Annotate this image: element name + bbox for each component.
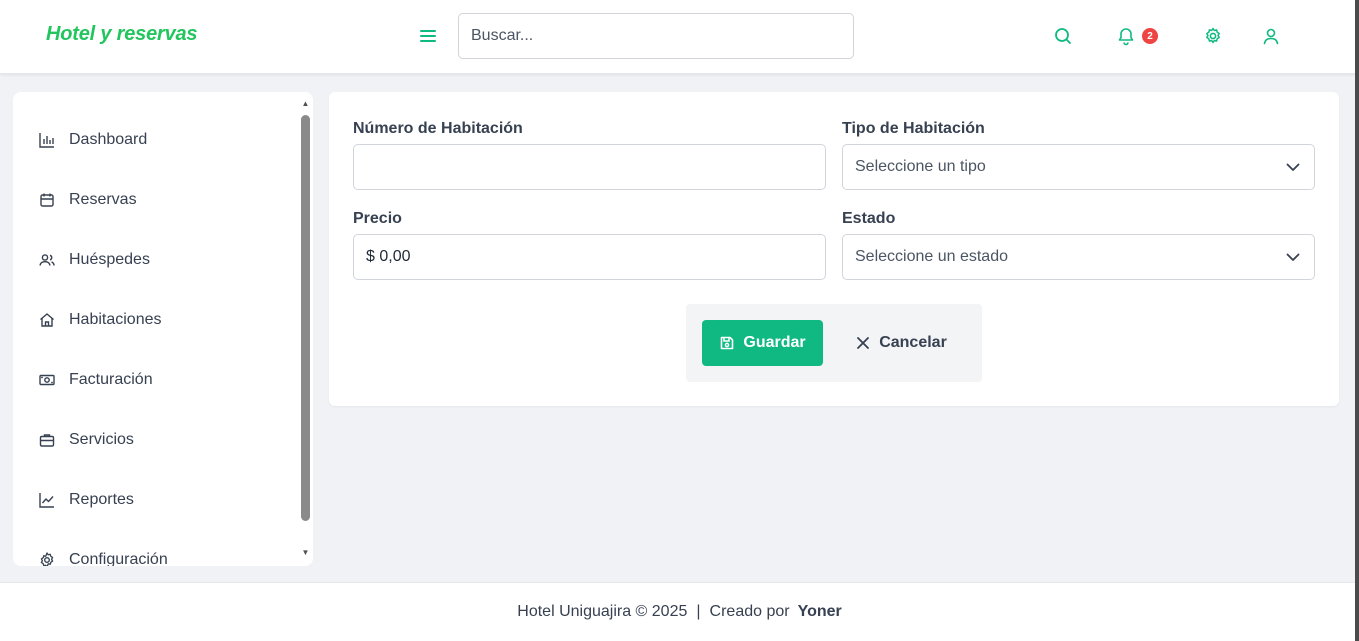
sidebar-item-label: Huéspedes	[69, 251, 150, 268]
room-type-label: Tipo de Habitación	[842, 120, 985, 137]
price-value: $ 0,00	[366, 248, 411, 265]
search-button[interactable]	[1051, 24, 1075, 48]
save-button-label: Guardar	[743, 334, 806, 351]
sidebar-item-reportes[interactable]: Reportes	[13, 480, 299, 520]
profile-button[interactable]	[1259, 24, 1283, 48]
sidebar-item-label: Configuración	[69, 551, 168, 566]
sidebar-item-facturacion[interactable]: Facturación	[13, 360, 299, 400]
cancel-button-label: Cancelar	[879, 334, 947, 351]
sidebar-item-label: Facturación	[69, 371, 153, 388]
cancel-button[interactable]: Cancelar	[846, 320, 956, 366]
status-select[interactable]: Seleccione un estado	[842, 234, 1315, 280]
menu-toggle-button[interactable]	[416, 24, 440, 48]
room-form-card: Número de Habitación Tipo de Habitación …	[329, 92, 1339, 406]
banknote-icon	[38, 371, 56, 389]
sidebar-item-huespedes[interactable]: Huéspedes	[13, 240, 299, 280]
sidebar-item-label: Reservas	[69, 191, 137, 208]
home-icon	[38, 311, 56, 329]
sidebar-item-reservas[interactable]: Reservas	[13, 180, 299, 220]
sidebar-item-label: Reportes	[69, 491, 134, 508]
status-value: Seleccione un estado	[855, 248, 1008, 265]
notification-badge: 2	[1142, 28, 1158, 44]
bar-chart-icon	[38, 131, 56, 149]
sidebar-item-label: Servicios	[69, 431, 134, 448]
bell-icon	[1118, 28, 1134, 46]
room-type-select[interactable]: Seleccione un tipo	[842, 144, 1315, 190]
room-type-value: Seleccione un tipo	[855, 158, 986, 175]
gear-icon	[38, 551, 56, 566]
chevron-down-icon	[1286, 253, 1300, 261]
briefcase-icon	[38, 431, 56, 449]
price-input[interactable]: $ 0,00	[353, 234, 826, 280]
room-number-input[interactable]	[353, 144, 826, 190]
sidebar-item-dashboard[interactable]: Dashboard	[13, 120, 299, 160]
chevron-down-icon	[1286, 163, 1300, 171]
user-icon	[1263, 28, 1279, 45]
save-button[interactable]: Guardar	[702, 320, 823, 366]
form-actions: Guardar Cancelar	[686, 304, 982, 382]
top-navbar: Hotel y reservas 2	[0, 0, 1359, 74]
sidebar-item-label: Habitaciones	[69, 311, 162, 328]
scroll-up-arrow-icon[interactable]: ▲	[301, 100, 310, 108]
users-icon	[38, 251, 56, 269]
gear-icon	[1206, 27, 1220, 44]
save-icon	[721, 336, 734, 350]
footer-separator: |	[696, 603, 701, 620]
menu-icon	[420, 30, 436, 42]
search-input[interactable]	[458, 13, 854, 59]
price-label: Precio	[353, 210, 402, 227]
footer: Hotel Uniguajira © 2025 | Creado por Yon…	[0, 582, 1359, 641]
settings-button[interactable]	[1201, 24, 1225, 48]
footer-copyright: Hotel Uniguajira © 2025	[517, 603, 688, 620]
status-label: Estado	[842, 210, 896, 227]
notifications-button[interactable]	[1114, 24, 1138, 48]
close-icon	[857, 337, 870, 349]
brand-title[interactable]: Hotel y reservas	[46, 23, 198, 46]
window-scrollbar[interactable]	[1355, 0, 1359, 641]
sidebar: Dashboard Reservas Huéspedes Habitacione…	[13, 92, 313, 566]
sidebar-scrollbar-thumb[interactable]	[301, 115, 310, 521]
footer-author: Yoner	[797, 603, 842, 620]
sidebar-item-habitaciones[interactable]: Habitaciones	[13, 300, 299, 340]
sidebar-item-label: Dashboard	[69, 131, 148, 148]
scroll-down-arrow-icon[interactable]: ▼	[301, 549, 310, 557]
footer-created-by: Creado por	[709, 603, 790, 620]
room-number-label: Número de Habitación	[353, 120, 523, 137]
sidebar-item-configuracion[interactable]: Configuración	[13, 540, 299, 566]
calendar-icon	[38, 191, 56, 209]
sidebar-item-servicios[interactable]: Servicios	[13, 420, 299, 460]
search-icon	[1055, 28, 1071, 44]
line-chart-icon	[38, 491, 56, 509]
